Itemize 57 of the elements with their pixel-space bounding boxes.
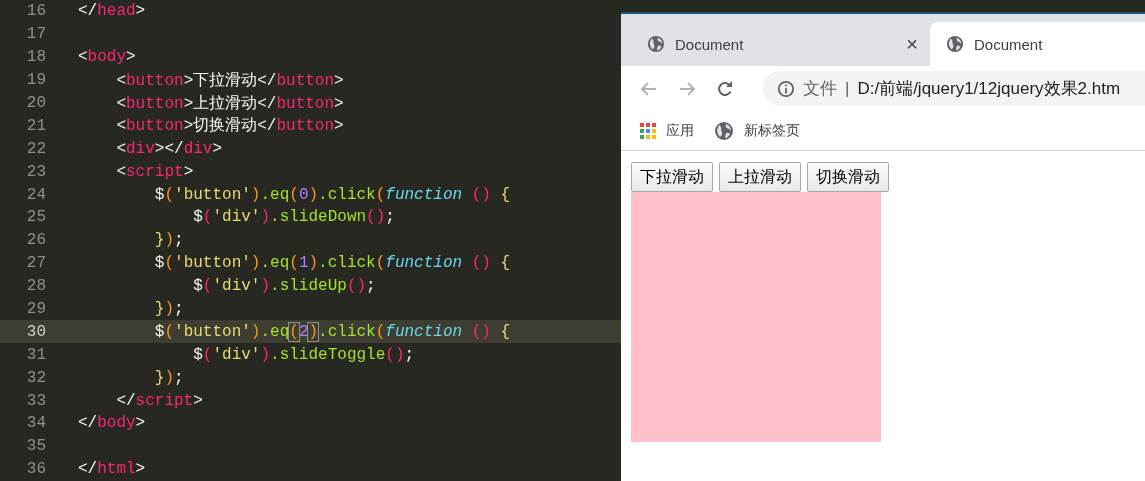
code-line: $('button').eq(0).click(function () {	[153, 185, 511, 204]
globe-icon	[946, 35, 964, 53]
code-line: <button>切换滑动</button>	[115, 116, 344, 137]
line-number: 19	[25, 71, 46, 90]
code-line: });	[153, 231, 184, 250]
bookmark-item[interactable]: 应用	[640, 121, 694, 140]
globe-icon	[647, 35, 665, 53]
separator: |	[845, 78, 850, 99]
code-line: </body>	[78, 414, 146, 433]
browser-tab[interactable]: Document	[930, 22, 1145, 66]
code-line: </script>	[115, 391, 203, 410]
line-number: 30	[25, 322, 46, 341]
line-number: 23	[25, 162, 46, 181]
line-number: 31	[25, 345, 46, 364]
close-icon[interactable]: ×	[906, 32, 918, 56]
line-number: 33	[25, 391, 46, 410]
code-line: <button>下拉滑动</button>	[115, 70, 344, 91]
code-line: <script>	[115, 162, 194, 181]
page-button[interactable]: 下拉滑动	[631, 162, 713, 192]
code-line: $('div').slideToggle();	[192, 345, 415, 364]
code-line: $('div').slideDown();	[192, 208, 395, 227]
code-line: <div></div>	[115, 139, 223, 158]
code-line: });	[153, 300, 184, 318]
line-number: 34	[25, 414, 46, 433]
code-line: $('button').eq(2).click(function () {	[153, 322, 511, 341]
line-number: 21	[25, 116, 46, 135]
info-icon	[777, 79, 795, 98]
code-line: });	[153, 368, 184, 387]
scheme-label: 文件	[803, 78, 837, 100]
line-number: 24	[25, 185, 46, 204]
line-number: 26	[25, 231, 46, 250]
line-number: 17	[25, 25, 46, 44]
page-button[interactable]: 上拉滑动	[719, 162, 801, 192]
line-number: 18	[25, 48, 46, 67]
bookmark-item[interactable]: 新标签页	[714, 120, 800, 141]
code-line: $('button').eq(1).click(function () {	[153, 254, 511, 273]
page-button[interactable]: 切换滑动	[807, 162, 889, 192]
line-number: 16	[25, 2, 46, 21]
line-number: 32	[25, 368, 46, 387]
line-number: 28	[25, 277, 46, 296]
code-line: </head>	[78, 2, 146, 21]
apps-grid-icon	[640, 122, 656, 139]
line-number: 27	[25, 254, 46, 273]
code-line: <body>	[78, 48, 136, 67]
line-number: 22	[25, 139, 46, 158]
line-number: 25	[25, 208, 46, 227]
address-bar[interactable]: 文件 | D:/前端/jquery1/12jquery效果2.htm	[763, 71, 1145, 106]
browser-tab[interactable]: Document ×	[621, 22, 930, 66]
code-line: </html>	[78, 460, 146, 479]
globe-icon	[714, 120, 734, 141]
line-number: 35	[25, 437, 46, 456]
line-number: 36	[25, 460, 46, 479]
code-line: <button>上拉滑动</button>	[115, 93, 344, 114]
url-text: D:/前端/jquery1/12jquery效果2.htm	[857, 78, 1121, 100]
code-line: $('div').slideUp();	[192, 277, 376, 296]
line-number: 20	[25, 94, 46, 112]
line-number: 29	[25, 300, 46, 318]
